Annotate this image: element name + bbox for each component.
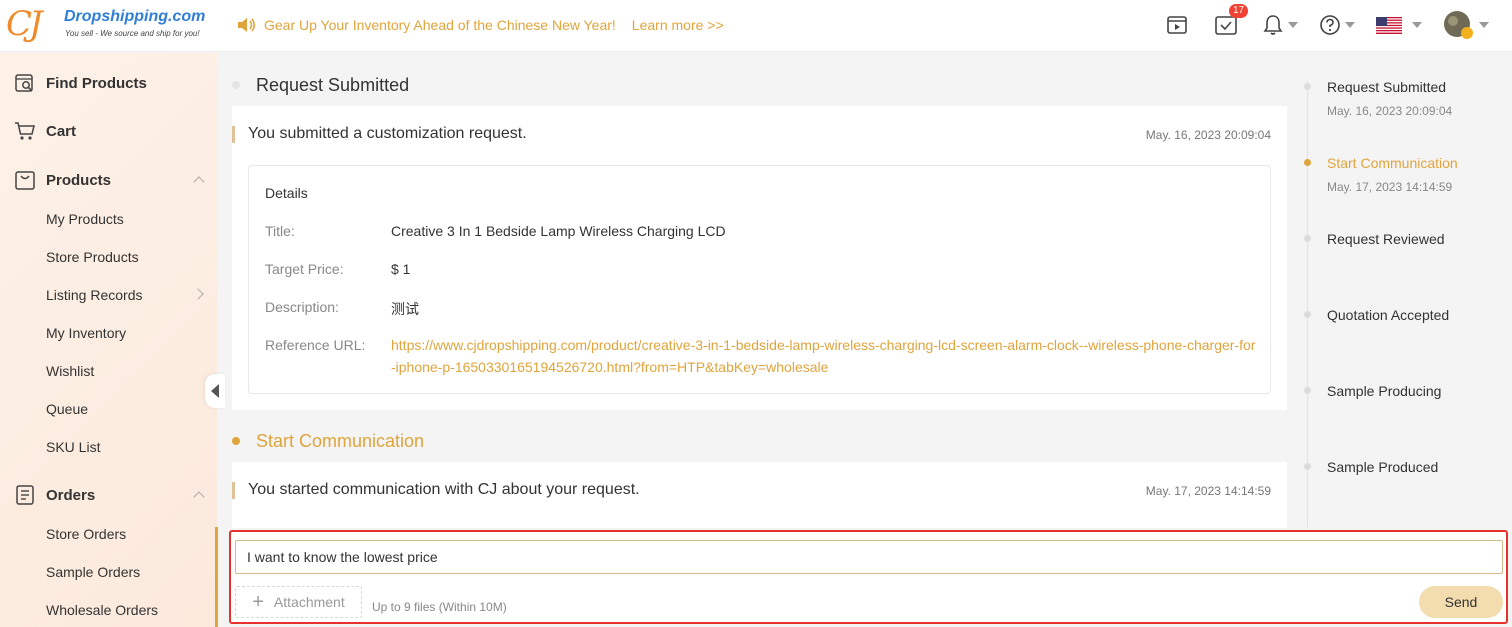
sidebar-item-label: Orders <box>46 486 96 504</box>
request-submitted-card: You submitted a customization request. M… <box>232 106 1287 410</box>
sidebar-item-label: Find Products <box>46 74 147 92</box>
timeline-step-time: May. 16, 2023 20:09:04 <box>1327 104 1453 118</box>
target-price-label: Target Price: <box>265 261 344 277</box>
chevron-up-icon[interactable] <box>193 176 205 188</box>
avatar <box>1444 11 1473 39</box>
orders-icon <box>16 485 34 505</box>
card-timestamp: May. 17, 2023 14:14:59 <box>1145 484 1271 498</box>
attachment-button[interactable]: + Attachment <box>235 586 362 618</box>
timeline-line <box>1307 81 1308 527</box>
chevron-down-icon <box>1288 22 1298 28</box>
card-text: You started communication with CJ about … <box>248 481 640 498</box>
attachment-hint: Up to 9 files (Within 10M) <box>372 600 507 614</box>
description-label: Description: <box>265 299 339 315</box>
timeline-dot <box>1304 387 1311 394</box>
timeline-step-sample-produced: Sample Produced <box>1327 459 1439 475</box>
sidebar-item-find-products[interactable]: Find Products <box>14 71 147 95</box>
timeline-dot <box>1304 83 1311 90</box>
chevron-up-icon[interactable] <box>193 491 205 503</box>
sidebar-item-my-inventory[interactable]: My Inventory <box>46 325 126 341</box>
details-heading: Details <box>265 185 308 201</box>
sidebar-item-queue[interactable]: Queue <box>46 401 88 417</box>
timeline-step-request-reviewed: Request Reviewed <box>1327 231 1445 247</box>
sidebar-item-wishlist[interactable]: Wishlist <box>46 363 94 379</box>
message-composer: + Attachment Up to 9 files (Within 10M) … <box>229 530 1508 624</box>
card-timestamp: May. 16, 2023 20:09:04 <box>1145 128 1271 142</box>
announcement-text: Gear Up Your Inventory Ahead of the Chin… <box>264 17 616 33</box>
timeline-step-time: May. 17, 2023 14:14:59 <box>1327 180 1453 194</box>
find-products-icon <box>15 74 33 92</box>
timeline-step-start-communication: Start Communication <box>1327 155 1458 171</box>
chevron-down-icon <box>1412 22 1422 28</box>
sidebar-item-orders[interactable]: Orders <box>14 483 95 507</box>
help-button[interactable] <box>1319 12 1355 38</box>
us-flag-icon <box>1376 16 1402 34</box>
sidebar-item-listing-records[interactable]: Listing Records <box>46 287 143 303</box>
sidebar-item-label: Products <box>46 171 112 189</box>
timeline-dot <box>1304 311 1311 318</box>
sidebar-item-sample-orders[interactable]: Sample Orders <box>46 564 140 580</box>
sidebar: Find Products Cart Products My Products … <box>0 53 217 627</box>
card-text: You submitted a customization request. <box>248 125 527 142</box>
sidebar-item-products[interactable]: Products <box>14 168 111 192</box>
products-icon <box>15 171 35 190</box>
target-price-value: $ 1 <box>391 261 411 277</box>
progress-timeline: Request Submitted May. 16, 2023 20:09:04… <box>1288 53 1512 527</box>
help-icon <box>1320 15 1340 35</box>
details-panel: Details Title: Creative 3 In 1 Bedside L… <box>248 165 1271 394</box>
sidebar-item-cart[interactable]: Cart <box>14 119 76 143</box>
sidebar-item-wholesale-orders[interactable]: Wholesale Orders <box>46 602 158 618</box>
card-accent-bar <box>232 126 235 143</box>
timeline-dot <box>1304 235 1311 242</box>
chevron-down-icon <box>1345 22 1355 28</box>
sidebar-collapse-button[interactable] <box>205 374 225 408</box>
speaker-icon <box>238 18 256 32</box>
video-tutorial-button[interactable] <box>1166 12 1188 38</box>
logo-tagline: You sell - We source and ship for you! <box>65 29 200 38</box>
plus-icon: + <box>252 591 264 613</box>
tasks-button[interactable]: 17 <box>1214 4 1249 38</box>
cart-icon <box>15 122 35 140</box>
section-dot <box>232 81 240 89</box>
chevron-down-icon <box>1479 22 1489 28</box>
video-icon <box>1167 16 1187 34</box>
send-button[interactable]: Send <box>1419 586 1503 618</box>
message-input[interactable] <box>235 540 1503 574</box>
section-title-request-submitted: Request Submitted <box>256 75 410 95</box>
top-header: CJ Dropshipping.com You sell - We source… <box>0 0 1512 52</box>
card-accent-bar <box>232 482 235 499</box>
tasks-badge: 17 <box>1229 4 1249 18</box>
logo-brand: Dropshipping.com <box>64 8 206 25</box>
sidebar-item-my-products[interactable]: My Products <box>46 211 124 227</box>
sidebar-item-store-products[interactable]: Store Products <box>46 249 139 265</box>
title-label: Title: <box>265 223 295 239</box>
cj-logo-mark: CJ <box>6 4 43 44</box>
chevron-right-icon[interactable] <box>192 288 204 300</box>
start-communication-card: You started communication with CJ about … <box>232 462 1287 528</box>
bell-icon <box>1263 15 1283 35</box>
caret-left-icon <box>211 384 219 398</box>
title-value: Creative 3 In 1 Bedside Lamp Wireless Ch… <box>391 223 726 239</box>
learn-more-link[interactable]: Learn more >> <box>632 17 724 33</box>
section-title-start-communication: Start Communication <box>256 431 425 451</box>
attachment-label: Attachment <box>273 594 345 610</box>
sidebar-item-sku-list[interactable]: SKU List <box>46 439 100 455</box>
sidebar-item-label: Cart <box>46 122 77 140</box>
language-selector[interactable] <box>1376 12 1422 38</box>
description-value: 测试 <box>391 301 419 317</box>
cj-logo[interactable]: CJ Dropshipping.com You sell - We source… <box>6 4 216 46</box>
announcement-bar: Gear Up Your Inventory Ahead of the Chin… <box>236 15 724 35</box>
notifications-button[interactable] <box>1262 12 1298 38</box>
timeline-step-request-submitted: Request Submitted <box>1327 79 1447 95</box>
scroll-accent <box>215 527 218 627</box>
reference-url-link[interactable]: https://www.cjdropshipping.com/product/c… <box>391 334 1257 378</box>
timeline-step-quotation-accepted: Quotation Accepted <box>1327 307 1450 323</box>
timeline-step-sample-producing: Sample Producing <box>1327 383 1442 399</box>
user-menu[interactable] <box>1443 11 1489 39</box>
timeline-dot-active <box>1304 159 1311 166</box>
timeline-dot <box>1304 463 1311 470</box>
sidebar-item-store-orders[interactable]: Store Orders <box>46 526 126 542</box>
reference-url-label: Reference URL: <box>265 337 366 353</box>
section-dot-active <box>232 437 240 445</box>
